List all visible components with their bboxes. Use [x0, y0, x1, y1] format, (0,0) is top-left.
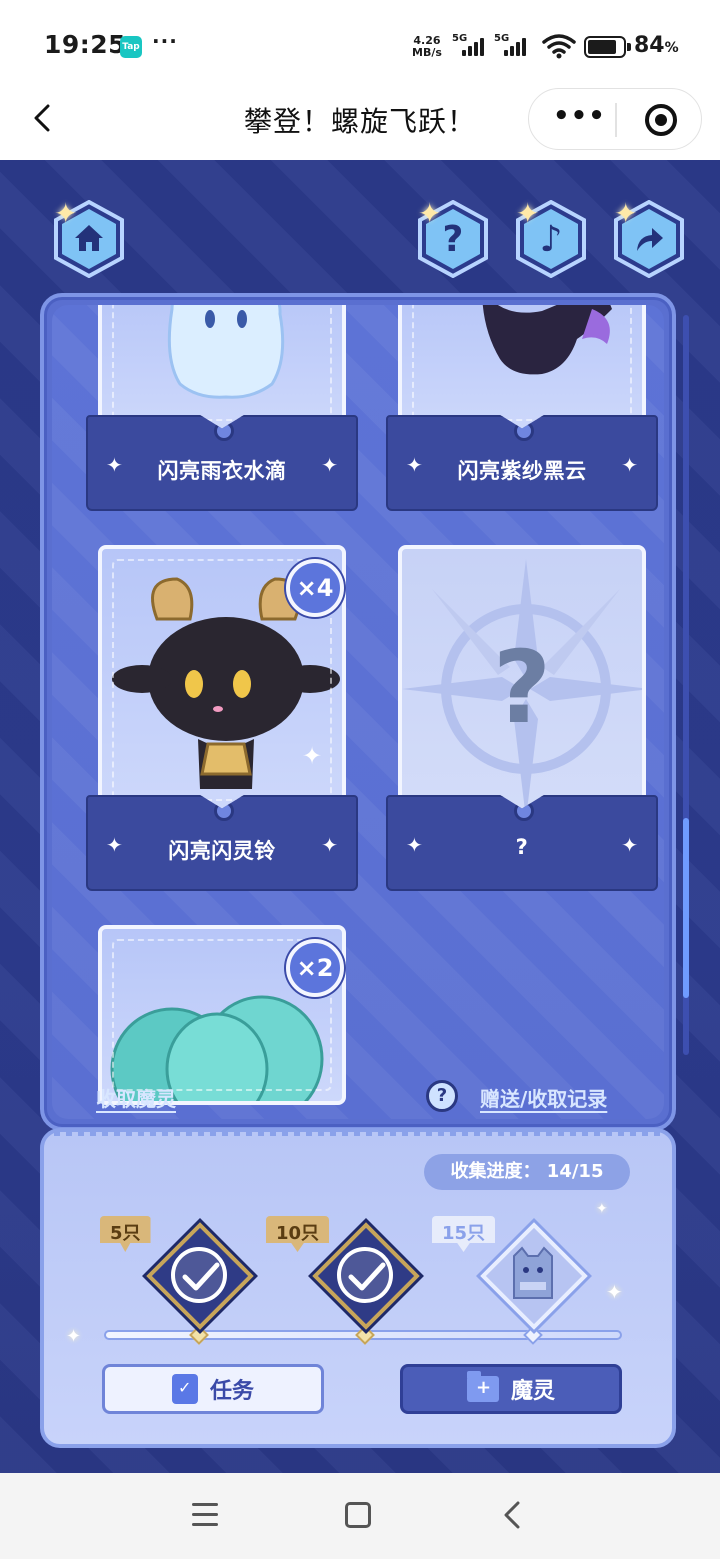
- spirit-card[interactable]: ✦ 闪亮紫纱黑云 ✦: [386, 305, 658, 515]
- help-button[interactable]: ? ✦: [414, 200, 492, 278]
- mini-app-capsule: •••: [528, 88, 702, 150]
- net-speed: 4.26 MB/s: [412, 35, 442, 59]
- unknown-question-mark: ?: [492, 629, 551, 746]
- net-speed-unit: MB/s: [412, 46, 442, 59]
- spirit-button[interactable]: 魔灵: [400, 1364, 622, 1414]
- star-icon: ✦: [621, 833, 638, 857]
- collection-panel: ✦ 闪亮雨衣水滴 ✦ ✦ 闪亮紫纱黑云 ✦ ✦ ×4 ✦ 闪亮闪灵铃 ✦ ? ✦…: [40, 293, 676, 1131]
- share-button[interactable]: ✦: [610, 200, 688, 278]
- card-nameplate: ✦ ? ✦: [386, 795, 658, 891]
- mini-app-navbar: 攀登！螺旋飞跃！ •••: [0, 78, 720, 160]
- collection-progress-panel: 收集进度： 14/15 5只 10只 15只 ✦ ✦ ✦ ✓ 任务 + 魔灵: [40, 1128, 676, 1448]
- folder-add-icon: [466, 1371, 499, 1402]
- card-name: ?: [515, 835, 529, 859]
- battery-icon: [584, 36, 631, 58]
- game-area: ✦ ? ✦ ♪ ✦ ✦ ✦ 闪亮雨衣水滴 ✦ ✦ 闪亮紫纱黑云 ✦ ✦ ×4 ✦…: [0, 160, 720, 1473]
- card-name: 闪亮闪灵铃: [168, 839, 276, 863]
- sparkle-icon: ✦: [66, 1326, 82, 1347]
- status-time: 19:25: [44, 30, 127, 59]
- home-button[interactable]: ✦: [50, 200, 128, 278]
- battery-text: 84%: [634, 33, 679, 58]
- signal-type: 5G: [452, 33, 468, 44]
- sparkle-icon: ✦: [614, 197, 638, 230]
- menu-icon[interactable]: [192, 1503, 218, 1527]
- more-menu-button[interactable]: •••: [553, 101, 605, 137]
- card-name: 闪亮雨衣水滴: [157, 459, 287, 483]
- milestone-tag: 5只: [100, 1216, 151, 1252]
- task-button-label: 任务: [209, 1379, 254, 1404]
- count-badge: ×2: [286, 939, 344, 997]
- collect-spirit-link[interactable]: 收取魔灵: [96, 1083, 176, 1112]
- progress-indicator: 收集进度： 14/15: [424, 1154, 630, 1190]
- scrollbar-thumb[interactable]: [683, 818, 689, 998]
- capsule-divider: [615, 103, 617, 137]
- wifi-icon: [542, 34, 576, 59]
- close-miniapp-button[interactable]: [645, 104, 677, 136]
- card-grid[interactable]: ✦ 闪亮雨衣水滴 ✦ ✦ 闪亮紫纱黑云 ✦ ✦ ×4 ✦ 闪亮闪灵铃 ✦ ? ✦…: [52, 305, 664, 1119]
- spirit-card[interactable]: ✦ ×4 ✦ 闪亮闪灵铃 ✦: [86, 545, 358, 891]
- claimed-check-icon: [337, 1247, 393, 1303]
- card-name: 闪亮紫纱黑云: [457, 459, 587, 483]
- star-icon: ✦: [321, 453, 338, 477]
- card-nameplate: ✦ 闪亮雨衣水滴 ✦: [86, 415, 358, 511]
- task-doc-icon: [171, 1374, 198, 1404]
- star-icon: ✦: [621, 453, 638, 477]
- spirit-card[interactable]: ✦ 闪亮雨衣水滴 ✦: [86, 305, 358, 515]
- signal-type: 5G: [494, 33, 510, 44]
- gift-records-link[interactable]: 赠送/收取记录: [480, 1083, 607, 1112]
- system-back-icon[interactable]: [500, 1499, 524, 1531]
- sparkle-icon: ✦: [516, 197, 540, 230]
- system-navigation-bar: [0, 1473, 720, 1559]
- count-badge: ×4: [286, 559, 344, 617]
- records-help-icon[interactable]: ?: [426, 1080, 458, 1112]
- milestone-reward[interactable]: [144, 1220, 254, 1330]
- star-icon: ✦: [321, 833, 338, 857]
- card-nameplate: ✦ 闪亮闪灵铃 ✦: [86, 795, 358, 891]
- sparkle-icon: ✦: [418, 197, 442, 230]
- signal-icon: 5G: [452, 33, 490, 59]
- signal-icon: 5G: [494, 33, 532, 59]
- sparkle-icon: ✦: [606, 1280, 623, 1304]
- sparkle-icon: ✦: [596, 1201, 608, 1217]
- spirit-button-label: 魔灵: [510, 1379, 555, 1404]
- spirit-card[interactable]: ×2: [86, 925, 358, 1105]
- home-square-icon[interactable]: [345, 1502, 371, 1528]
- progress-value: 14/15: [546, 1161, 604, 1182]
- card-art: ?: [398, 545, 646, 815]
- more-notifications-icon: ···: [152, 29, 178, 53]
- card-nameplate: ✦ 闪亮紫纱黑云 ✦: [386, 415, 658, 511]
- claimed-check-icon: [171, 1247, 227, 1303]
- tap-app-icon: Tap: [120, 36, 142, 58]
- task-button[interactable]: 任务: [102, 1364, 324, 1414]
- sparkle-icon: ✦: [54, 197, 78, 230]
- music-button[interactable]: ♪ ✦: [512, 200, 590, 278]
- progress-label: 收集进度：: [450, 1161, 541, 1182]
- locked-spirit-card[interactable]: ? ✦ ? ✦: [386, 545, 658, 891]
- cat-food-bag-icon: [513, 1246, 553, 1299]
